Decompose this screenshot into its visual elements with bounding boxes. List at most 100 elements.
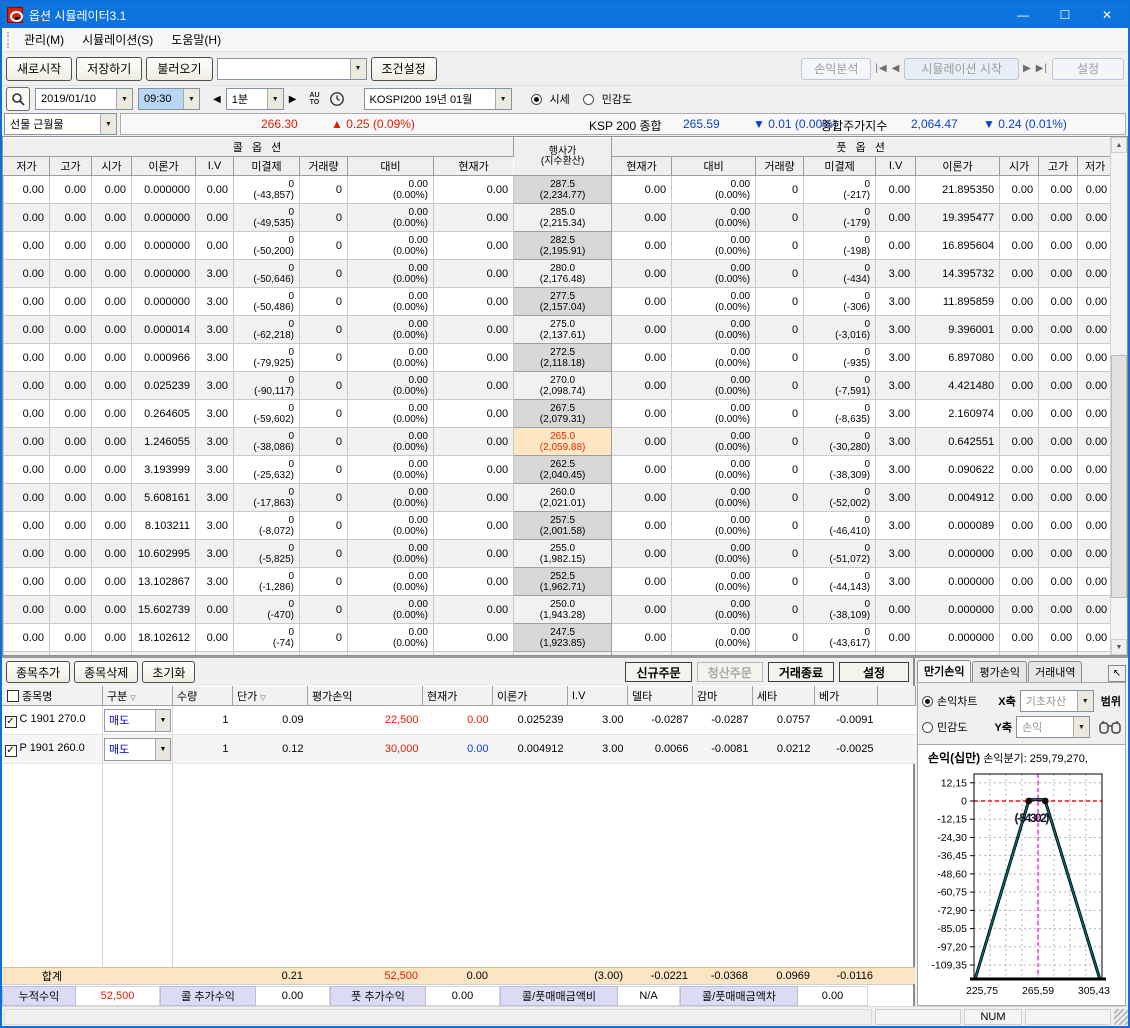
positions-column-header[interactable]: 수량	[173, 687, 233, 706]
chevron-down-icon[interactable]: ▼	[183, 89, 199, 109]
option-row[interactable]: 0.000.000.000.0000143.000(-62,218)00.00(…	[4, 316, 1113, 344]
load-button[interactable]: 불러오기	[146, 57, 212, 81]
rewind-start-icon[interactable]: |◀	[875, 63, 887, 74]
option-column-header[interactable]: 미결제	[804, 157, 876, 176]
time-combobox[interactable]: 09:30 ▼	[138, 88, 200, 110]
scroll-down-icon[interactable]: ▼	[1111, 639, 1127, 655]
binoculars-icon[interactable]	[1099, 719, 1121, 735]
scrollbar-thumb[interactable]	[1111, 355, 1127, 598]
option-row[interactable]: 0.000.000.000.0000003.000(-50,646)00.00(…	[4, 260, 1113, 288]
order-settings-button[interactable]: 설정	[839, 662, 909, 682]
option-row[interactable]: 0.000.000.000.2646053.000(-59,602)00.00(…	[4, 400, 1113, 428]
option-row[interactable]: 0.000.000.000.0000000.000(-50,200)00.00(…	[4, 232, 1113, 260]
option-row[interactable]: 0.000.000.0015.6027390.000(-470)00.00(0.…	[4, 596, 1113, 624]
option-row[interactable]: 0.000.000.000.0000003.000(-50,486)00.00(…	[4, 288, 1113, 316]
option-row[interactable]: 0.000.000.0018.1026120.000(-74)00.00(0.0…	[4, 624, 1113, 652]
menu-manage[interactable]: 관리(M)	[15, 31, 73, 48]
popout-arrow-icon[interactable]: ↖	[1108, 665, 1126, 682]
delete-item-button[interactable]: 종목삭제	[74, 661, 138, 683]
option-row[interactable]: 0.000.000.000.0252393.000(-90,117)00.00(…	[4, 372, 1113, 400]
position-checkbox[interactable]: ✓	[5, 716, 17, 728]
interval-combobox[interactable]: 1분 ▼	[226, 88, 284, 110]
positions-column-header[interactable]: 세타	[753, 687, 815, 706]
new-order-button[interactable]: 신규주문	[625, 662, 691, 682]
simulation-start-button[interactable]: 시뮬레이션 시작	[904, 58, 1019, 80]
chevron-down-icon[interactable]: ▼	[1073, 717, 1089, 737]
x-axis-combobox[interactable]: 기초자산 ▼	[1020, 690, 1094, 712]
close-button[interactable]: ✕	[1086, 2, 1128, 28]
select-all-checkbox[interactable]	[7, 690, 19, 702]
menu-simulation[interactable]: 시뮬레이션(S)	[73, 31, 162, 48]
step-forward-button[interactable]: ▶	[289, 94, 297, 105]
rewind-icon[interactable]: ◀	[892, 63, 901, 74]
option-column-header[interactable]: 거래량	[756, 157, 804, 176]
option-table-scrollbar[interactable]: ▲ ▼	[1110, 137, 1127, 655]
scroll-up-icon[interactable]: ▲	[1111, 137, 1127, 153]
preset-combobox[interactable]: ▼	[217, 58, 367, 80]
position-row[interactable]: ✓P 1901 260.0매도▼10.1230,0000.000.0049123…	[3, 735, 916, 764]
option-column-header[interactable]: 거래량	[300, 157, 348, 176]
positions-column-header[interactable]: 종목명	[3, 687, 103, 706]
positions-column-header[interactable]: I.V	[568, 687, 628, 706]
position-row[interactable]: ✓C 1901 270.0매도▼10.0922,5000.000.0252393…	[3, 706, 916, 735]
option-column-header[interactable]: 미결제	[234, 157, 300, 176]
tab-expiry-pnl[interactable]: 만기손익	[917, 660, 971, 682]
maximize-button[interactable]: ☐	[1044, 2, 1086, 28]
positions-column-header[interactable]: 단가 ▽	[233, 687, 308, 706]
tab-eval-pnl[interactable]: 평가손익	[972, 661, 1026, 682]
option-row[interactable]: 0.000.000.001.2460553.000(-38,086)00.00(…	[4, 428, 1113, 456]
option-row[interactable]: 0.000.000.008.1032113.000(-8,072)00.00(0…	[4, 512, 1113, 540]
positions-column-header[interactable]: 구분 ▽	[103, 687, 173, 706]
option-column-header[interactable]: 시가	[1000, 157, 1039, 176]
condition-settings-button[interactable]: 조건설정	[371, 57, 437, 81]
chevron-down-icon[interactable]: ▼	[1077, 691, 1093, 711]
option-column-header[interactable]: 대비	[672, 157, 756, 176]
settings-button[interactable]: 설정	[1052, 58, 1124, 80]
price-radio[interactable]	[531, 94, 542, 105]
tab-trade-history[interactable]: 거래내역	[1028, 661, 1082, 682]
add-item-button[interactable]: 종목추가	[6, 661, 70, 683]
profit-analysis-button[interactable]: 손익분석	[801, 58, 871, 80]
step-back-button[interactable]: ◀	[213, 94, 221, 105]
menu-help[interactable]: 도움말(H)	[162, 31, 230, 48]
auto-icon[interactable]: AUTO	[309, 92, 319, 106]
option-column-header[interactable]: 현재가	[612, 157, 672, 176]
side-combobox[interactable]: 매도▼	[104, 738, 171, 761]
positions-column-header[interactable]: 델타	[628, 687, 693, 706]
side-combobox[interactable]: 매도▼	[104, 709, 171, 732]
positions-column-header[interactable]: 이론가	[493, 687, 568, 706]
forward-icon[interactable]: ▶	[1023, 63, 1032, 74]
option-column-header[interactable]: 고가	[50, 157, 92, 176]
minimize-button[interactable]: —	[1002, 2, 1044, 28]
chevron-down-icon[interactable]: ▼	[267, 89, 283, 109]
liquidation-order-button[interactable]: 청산주문	[697, 662, 763, 682]
option-row[interactable]: 0.000.000.0013.1028673.000(-1,286)00.00(…	[4, 568, 1113, 596]
option-column-header[interactable]: 저가	[4, 157, 50, 176]
positions-column-header[interactable]: 베가	[815, 687, 878, 706]
option-column-header[interactable]: I.V	[196, 157, 234, 176]
clock-icon[interactable]	[329, 91, 345, 107]
option-row[interactable]: 0.000.000.000.0000000.000(-49,535)00.00(…	[4, 204, 1113, 232]
forward-end-icon[interactable]: ▶|	[1036, 63, 1048, 74]
option-column-header[interactable]: 시가	[92, 157, 132, 176]
option-row[interactable]: 0.000.000.000.0000000.000(-43,857)00.00(…	[4, 176, 1113, 204]
chevron-down-icon[interactable]: ▼	[116, 89, 132, 109]
sensitivity-radio[interactable]	[583, 94, 594, 105]
chevron-down-icon[interactable]: ▼	[100, 114, 116, 134]
positions-column-header[interactable]: 평가손익	[308, 687, 423, 706]
option-row[interactable]: 0.000.000.003.1939993.000(-25,632)00.00(…	[4, 456, 1113, 484]
option-row[interactable]: 0.000.000.000.0009663.000(-79,925)00.00(…	[4, 344, 1113, 372]
option-row[interactable]: 0.000.000.005.6081613.000(-17,863)00.00(…	[4, 484, 1113, 512]
option-row[interactable]: 0.000.000.00000.00(0.00%)0.00245.0.000.0…	[4, 652, 1113, 657]
option-column-header[interactable]: 고가	[1039, 157, 1078, 176]
position-checkbox[interactable]: ✓	[5, 745, 17, 757]
futures-combobox[interactable]: 선물 근월물 ▼	[4, 113, 117, 135]
option-column-header[interactable]: 이론가	[132, 157, 196, 176]
option-column-header[interactable]: 대비	[348, 157, 434, 176]
save-button[interactable]: 저장하기	[76, 57, 142, 81]
y-axis-combobox[interactable]: 손익 ▼	[1016, 716, 1090, 738]
chevron-down-icon[interactable]: ▼	[495, 89, 511, 109]
option-column-header[interactable]: 저가	[1078, 157, 1113, 176]
reset-button[interactable]: 초기화	[142, 661, 195, 683]
positions-column-header[interactable]: 감마	[693, 687, 753, 706]
